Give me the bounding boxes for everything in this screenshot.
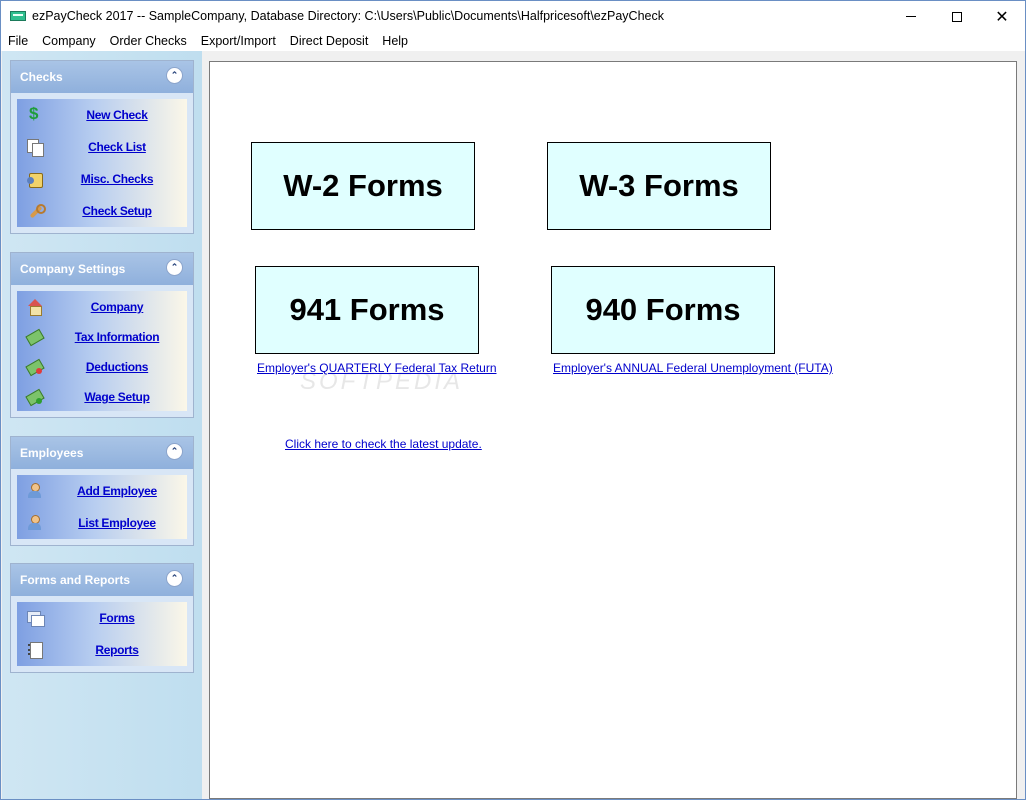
task-add-employee[interactable]: Add Employee bbox=[17, 475, 187, 507]
collapse-chevron-icon[interactable]: ⌃ bbox=[166, 570, 183, 587]
task-link[interactable]: New Check bbox=[47, 108, 187, 122]
client-area: Checks ⌃ $ New Check Check List Misc. Ch… bbox=[1, 51, 1025, 799]
task-deductions[interactable]: Deductions bbox=[17, 351, 187, 381]
menu-export-import[interactable]: Export/Import bbox=[194, 32, 283, 51]
app-icon[interactable] bbox=[10, 11, 26, 21]
task-check-list[interactable]: Check List bbox=[17, 131, 187, 163]
minimize-button[interactable] bbox=[888, 1, 934, 32]
forms-icon bbox=[27, 610, 45, 627]
task-link[interactable]: Add Employee bbox=[47, 484, 187, 498]
menu-company[interactable]: Company bbox=[35, 32, 103, 51]
collapse-chevron-icon[interactable]: ⌃ bbox=[166, 259, 183, 276]
task-new-check[interactable]: $ New Check bbox=[17, 99, 187, 131]
group-checks: Checks ⌃ $ New Check Check List Misc. Ch… bbox=[10, 60, 194, 234]
group-body: Add Employee List Employee bbox=[17, 475, 187, 539]
task-link[interactable]: Tax Information bbox=[47, 330, 187, 344]
task-link[interactable]: Check List bbox=[47, 140, 187, 154]
menu-help[interactable]: Help bbox=[375, 32, 415, 51]
task-misc-checks[interactable]: Misc. Checks bbox=[17, 163, 187, 195]
menu-order-checks[interactable]: Order Checks bbox=[103, 32, 194, 51]
maximize-button[interactable] bbox=[934, 1, 980, 32]
main-panel: W-2 Forms W-3 Forms 941 Forms 940 Forms … bbox=[209, 61, 1017, 799]
task-link[interactable]: Company bbox=[47, 300, 187, 314]
title-bar[interactable]: ezPayCheck 2017 -- SampleCompany, Databa… bbox=[1, 1, 1025, 32]
task-list-employee[interactable]: List Employee bbox=[17, 507, 187, 539]
group-header-employees[interactable]: Employees ⌃ bbox=[11, 437, 193, 469]
group-header-checks[interactable]: Checks ⌃ bbox=[11, 61, 193, 93]
dollar-icon: $ bbox=[29, 104, 39, 123]
app-window: ezPayCheck 2017 -- SampleCompany, Databa… bbox=[0, 0, 1026, 800]
group-title: Company Settings bbox=[20, 262, 126, 276]
pages-icon bbox=[27, 139, 44, 157]
group-employees: Employees ⌃ Add Employee List Employee bbox=[10, 436, 194, 546]
task-tax-information[interactable]: Tax Information bbox=[17, 321, 187, 351]
group-header-forms-reports[interactable]: Forms and Reports ⌃ bbox=[11, 564, 193, 596]
group-title: Employees bbox=[20, 446, 84, 460]
minimize-icon bbox=[906, 16, 916, 17]
group-header-company-settings[interactable]: Company Settings ⌃ bbox=[11, 253, 193, 285]
task-link[interactable]: Deductions bbox=[47, 360, 187, 374]
task-link[interactable]: Misc. Checks bbox=[47, 172, 187, 186]
close-button[interactable]: ✕ bbox=[979, 1, 1025, 32]
money-minus-icon bbox=[27, 359, 43, 375]
group-body: $ New Check Check List Misc. Checks Chec… bbox=[17, 99, 187, 227]
task-link[interactable]: Forms bbox=[47, 611, 187, 625]
collapse-chevron-icon[interactable]: ⌃ bbox=[166, 443, 183, 460]
940-forms-button[interactable]: 940 Forms bbox=[551, 266, 775, 354]
task-sidebar: Checks ⌃ $ New Check Check List Misc. Ch… bbox=[2, 51, 202, 799]
task-link[interactable]: List Employee bbox=[47, 516, 187, 530]
group-body: Company Tax Information Deductions Wage … bbox=[17, 291, 187, 411]
941-forms-button[interactable]: 941 Forms bbox=[255, 266, 479, 354]
task-check-setup[interactable]: Check Setup bbox=[17, 195, 187, 227]
add-person-icon bbox=[27, 483, 43, 499]
money-plus-icon bbox=[27, 389, 43, 405]
group-company-settings: Company Settings ⌃ Company Tax Informati… bbox=[10, 252, 194, 418]
940-description-link[interactable]: Employer's ANNUAL Federal Unemployment (… bbox=[553, 361, 833, 375]
task-reports[interactable]: Reports bbox=[17, 634, 187, 666]
window-title: ezPayCheck 2017 -- SampleCompany, Databa… bbox=[32, 9, 664, 23]
maximize-icon bbox=[952, 11, 962, 22]
group-body: Forms Reports bbox=[17, 602, 187, 666]
menu-file[interactable]: File bbox=[1, 32, 35, 51]
941-description-link[interactable]: Employer's QUARTERLY Federal Tax Return bbox=[257, 361, 497, 375]
task-wage-setup[interactable]: Wage Setup bbox=[17, 381, 187, 411]
close-icon: ✕ bbox=[995, 6, 1009, 26]
task-link[interactable]: Reports bbox=[47, 643, 187, 657]
menu-bar: File Company Order Checks Export/Import … bbox=[1, 32, 1025, 51]
wrench-icon bbox=[27, 203, 46, 219]
task-link[interactable]: Check Setup bbox=[47, 204, 187, 218]
group-title: Checks bbox=[20, 70, 63, 84]
people-icon bbox=[27, 515, 43, 531]
group-title: Forms and Reports bbox=[20, 573, 131, 587]
w3-forms-button[interactable]: W-3 Forms bbox=[547, 142, 771, 230]
money-icon bbox=[27, 329, 43, 345]
notebook-icon bbox=[27, 642, 43, 659]
task-company[interactable]: Company bbox=[17, 291, 187, 321]
misc-checks-icon bbox=[27, 171, 43, 188]
menu-direct-deposit[interactable]: Direct Deposit bbox=[283, 32, 376, 51]
house-icon bbox=[27, 299, 43, 316]
task-link[interactable]: Wage Setup bbox=[47, 390, 187, 404]
check-update-link[interactable]: Click here to check the latest update. bbox=[285, 437, 482, 451]
w2-forms-button[interactable]: W-2 Forms bbox=[251, 142, 475, 230]
task-forms[interactable]: Forms bbox=[17, 602, 187, 634]
group-forms-reports: Forms and Reports ⌃ Forms Reports bbox=[10, 563, 194, 673]
collapse-chevron-icon[interactable]: ⌃ bbox=[166, 67, 183, 84]
